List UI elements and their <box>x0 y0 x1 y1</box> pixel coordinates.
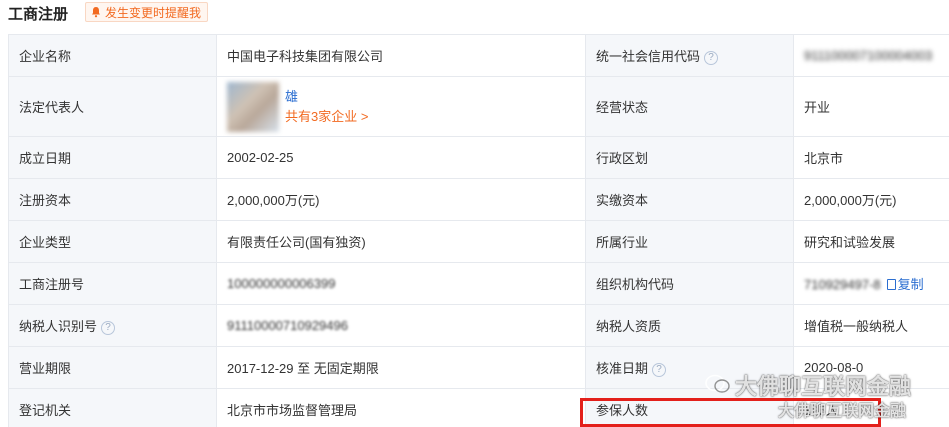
section-title: 工商注册 <box>8 6 69 23</box>
legal-rep-label: 法定代表人 <box>8 76 217 137</box>
copy-label: 复制 <box>897 277 924 292</box>
taxpayer-qualification-value: 增值税一般纳税人 <box>793 304 949 347</box>
org-code-text: 710929497-8 <box>804 277 881 292</box>
company-type-label: 企业类型 <box>8 220 217 263</box>
registered-capital-label: 注册资本 <box>8 178 217 221</box>
change-alert-label: 发生变更时提醒我 <box>105 5 202 20</box>
taxpayer-id-value: 91110000710929496 <box>216 304 586 347</box>
org-code-label: 组织机构代码 <box>585 262 794 305</box>
paid-capital-value: 2,000,000万(元) <box>793 178 949 221</box>
credit-code-label: 统一社会信用代码? <box>585 34 794 77</box>
business-status-label: 经营状态 <box>585 76 794 137</box>
help-icon[interactable]: ? <box>652 362 667 377</box>
registration-number-label: 工商注册号 <box>8 262 217 305</box>
registration-authority-value: 北京市市场监督管理局 <box>216 388 586 427</box>
paid-capital-label: 实缴资本 <box>585 178 794 221</box>
founded-date-value: 2002-02-25 <box>216 136 586 179</box>
taxpayer-id-label-text: 纳税人识别号 <box>19 319 98 334</box>
founded-date-label: 成立日期 <box>8 136 217 179</box>
help-icon[interactable]: ? <box>704 50 719 65</box>
help-icon[interactable]: ? <box>101 320 116 335</box>
table-row: 注册资本 2,000,000万(元) 实缴资本 2,000,000万(元) <box>8 178 949 221</box>
legal-rep-value: 雄 共有3家企业 > <box>216 76 586 137</box>
copy-button[interactable]: 复制 <box>886 277 924 292</box>
credit-code-text: 911100007100004003 <box>804 48 933 63</box>
taxpayer-qualification-label: 纳税人资质 <box>585 304 794 347</box>
legal-rep-name-link[interactable]: 雄 <box>285 87 368 107</box>
business-term-label: 营业期限 <box>8 346 217 389</box>
taxpayer-id-text: 91110000710929496 <box>227 318 348 333</box>
taxpayer-id-label: 纳税人识别号? <box>8 304 217 347</box>
company-name-text: 中国电子科技集团有限公司 <box>227 49 384 64</box>
table-row: 成立日期 2002-02-25 行政区划 北京市 <box>8 136 949 179</box>
copy-icon <box>886 279 896 290</box>
region-label: 行政区划 <box>585 136 794 179</box>
company-name-label: 企业名称 <box>8 34 217 77</box>
registration-number-text: 100000000006399 <box>227 276 336 291</box>
business-status-value: 开业 <box>793 76 949 137</box>
change-alert-button[interactable]: 发生变更时提醒我 <box>85 2 209 22</box>
table-row: 企业类型 有限责任公司(国有独资) 所属行业 研究和试验发展 <box>8 220 949 263</box>
industry-label: 所属行业 <box>585 220 794 263</box>
org-code-value: 710929497-8 复制 <box>793 262 949 305</box>
registered-capital-value: 2,000,000万(元) <box>216 178 586 221</box>
company-type-value: 有限责任公司(国有独资) <box>216 220 586 263</box>
industry-value: 研究和试验发展 <box>793 220 949 263</box>
company-name-value: 中国电子科技集团有限公司 <box>216 34 586 77</box>
wechat-icon <box>705 374 730 393</box>
region-value: 北京市 <box>793 136 949 179</box>
approval-date-label-text: 核准日期 <box>596 361 649 376</box>
business-term-value: 2017-12-29 至 无固定期限 <box>216 346 586 389</box>
section-header: 工商注册 发生变更时提醒我 <box>0 0 949 26</box>
related-companies-link[interactable]: 共有3家企业 > <box>285 107 368 127</box>
credit-code-label-text: 统一社会信用代码 <box>596 49 701 64</box>
watermark-subtext: 大佛聊互联网金融 <box>778 403 907 420</box>
credit-code-value: 911100007100004003 <box>793 34 949 77</box>
table-row: 纳税人识别号? 91110000710929496 纳税人资质 增值税一般纳税人 <box>8 304 949 347</box>
registration-authority-label: 登记机关 <box>8 388 217 427</box>
table-row: 工商注册号 100000000006399 组织机构代码 710929497-8… <box>8 262 949 305</box>
table-row: 企业名称 中国电子科技集团有限公司 统一社会信用代码? 911100007100… <box>8 34 949 77</box>
avatar <box>227 81 279 132</box>
bell-icon <box>92 7 100 18</box>
registration-number-value: 100000000006399 <box>216 262 586 305</box>
table-row: 法定代表人 雄 共有3家企业 > 经营状态 开业 <box>8 76 949 137</box>
